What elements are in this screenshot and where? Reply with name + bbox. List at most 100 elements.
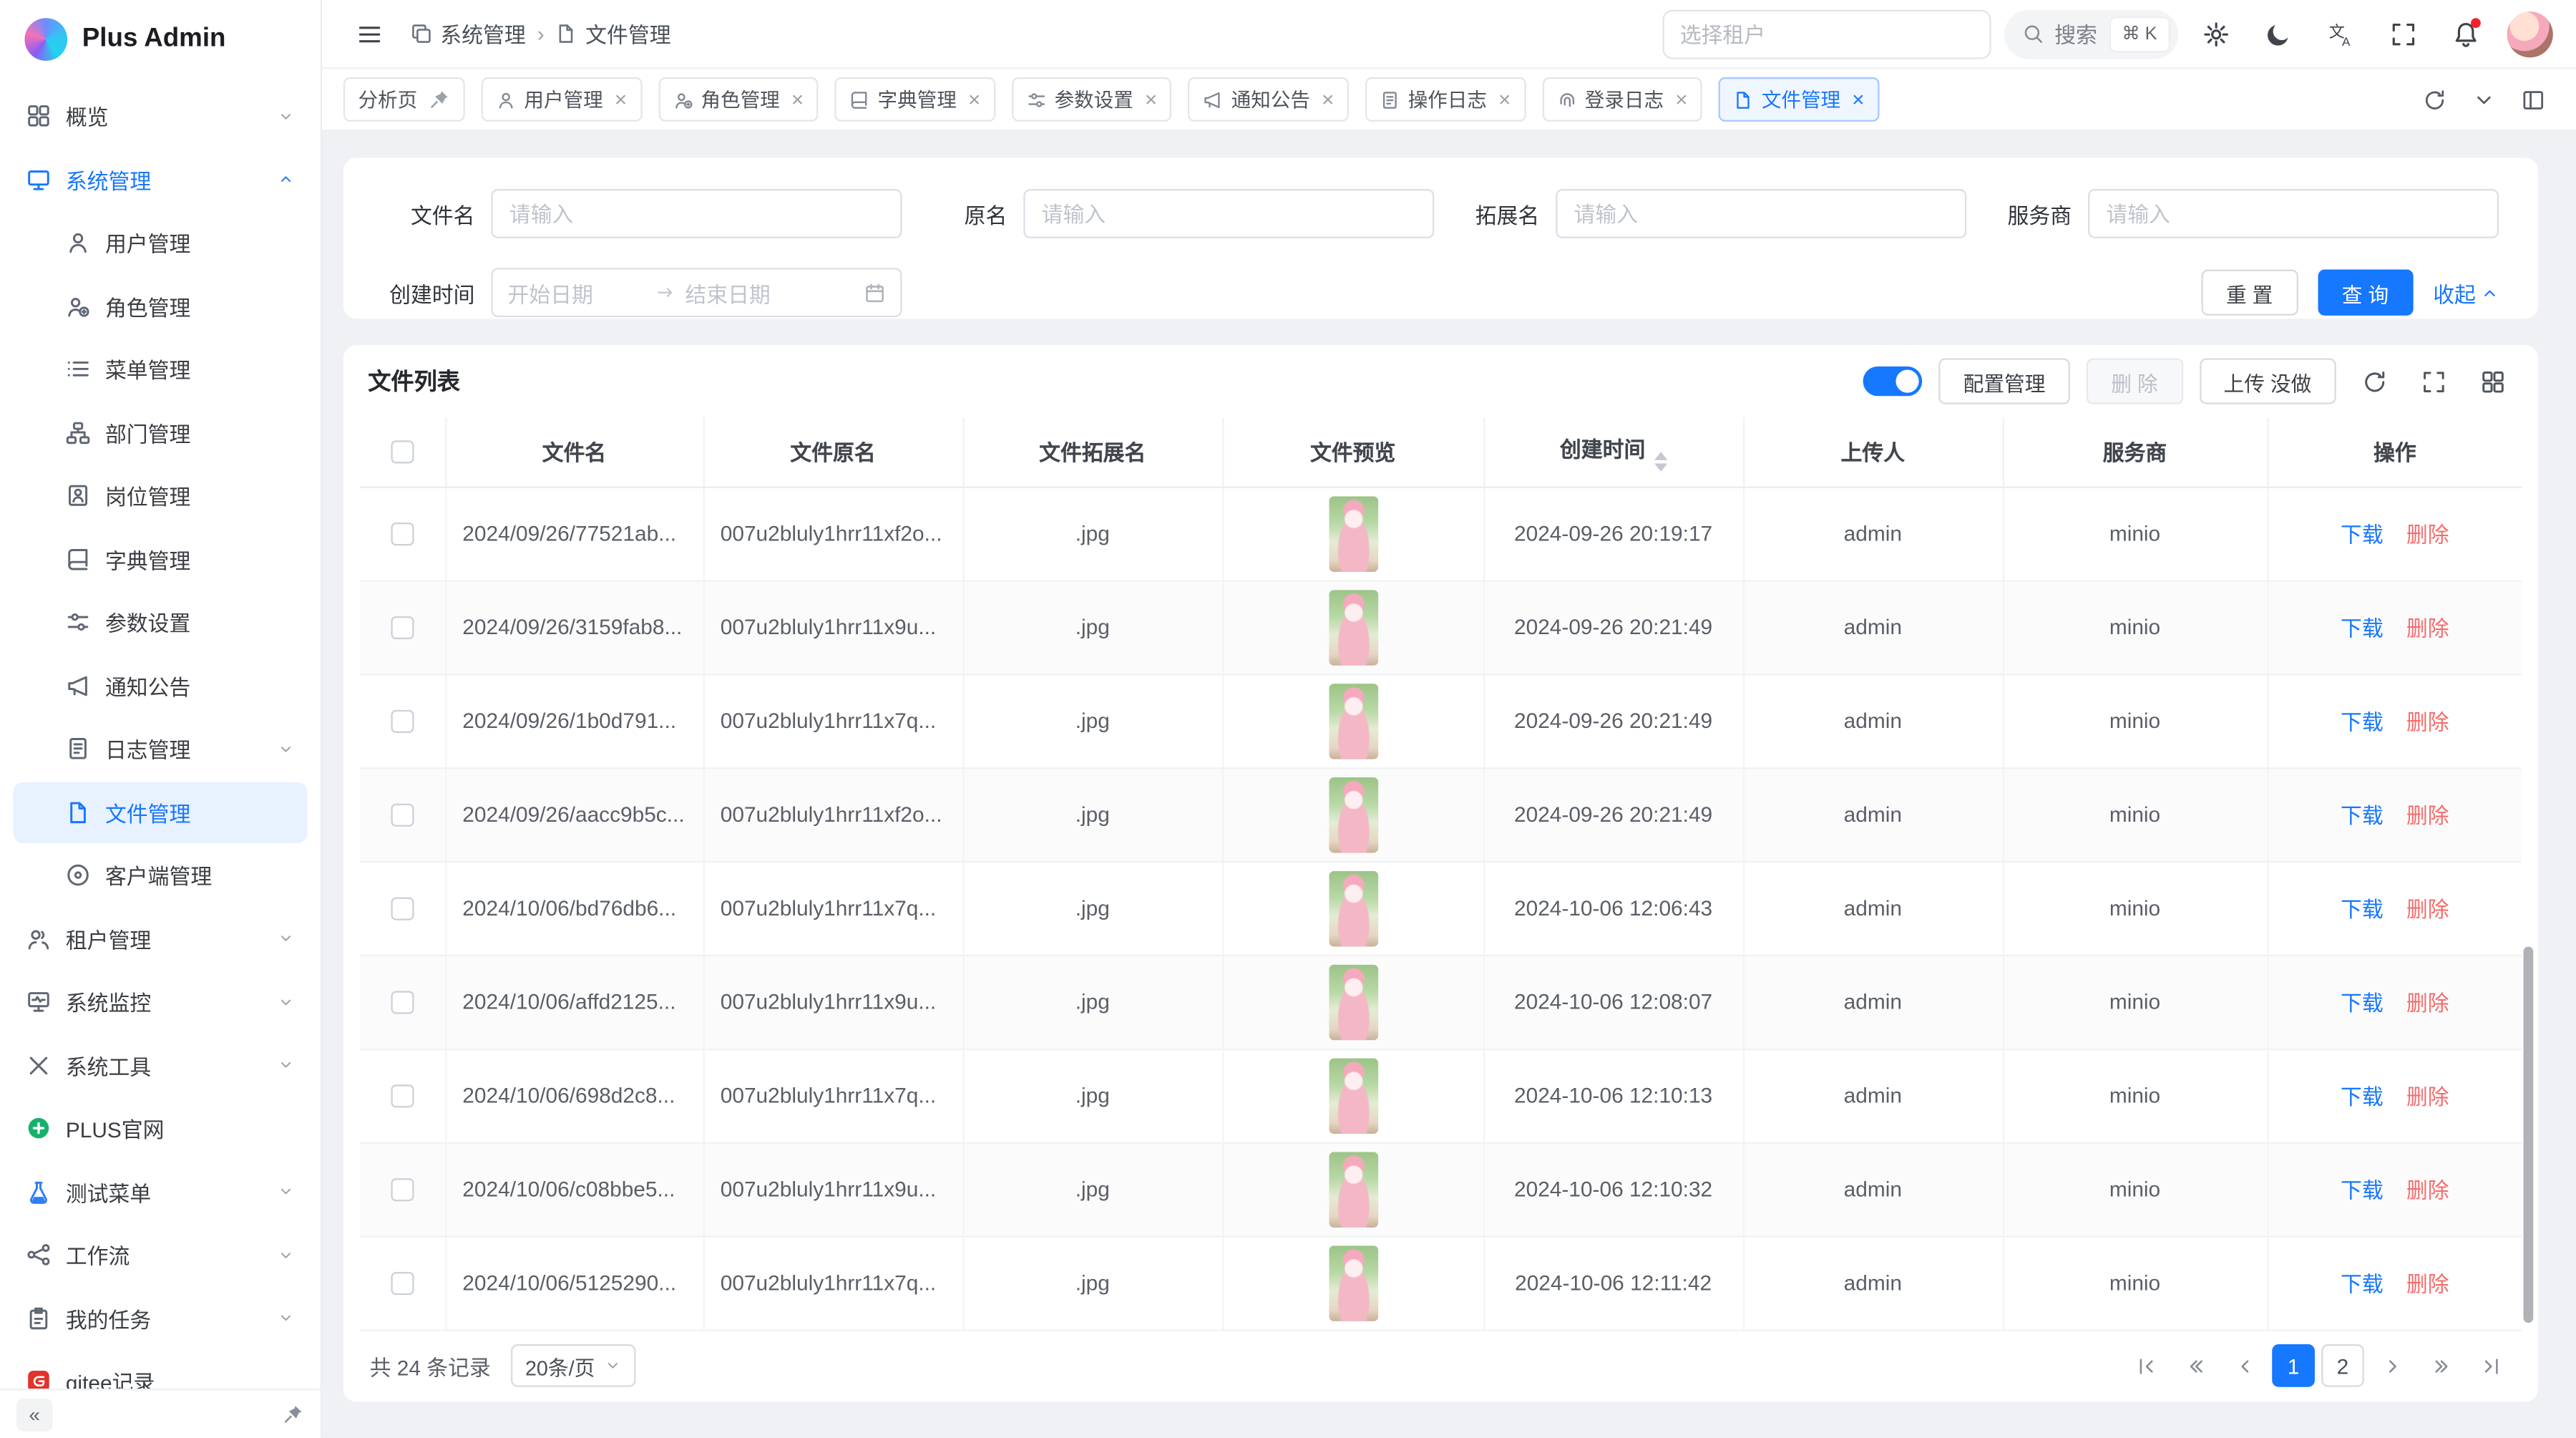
row-checkbox[interactable] xyxy=(391,616,414,638)
tab-item[interactable]: 参数设置× xyxy=(1012,77,1172,122)
tab-menu-button[interactable] xyxy=(2463,78,2506,121)
sidebar-item[interactable]: 租户管理 xyxy=(13,908,307,968)
collapse-filters-link[interactable]: 收起 xyxy=(2433,277,2499,309)
delete-link[interactable]: 删除 xyxy=(2406,893,2449,924)
delete-link[interactable]: 删除 xyxy=(2406,799,2449,830)
query-button[interactable]: 查 询 xyxy=(2317,270,2413,316)
file-preview-image[interactable] xyxy=(1328,777,1377,852)
sidebar-item[interactable]: 菜单管理 xyxy=(13,339,307,399)
tab-item[interactable]: 分析页 xyxy=(343,77,465,122)
row-checkbox[interactable] xyxy=(391,990,414,1013)
tab-item[interactable]: 文件管理× xyxy=(1719,77,1879,122)
download-link[interactable]: 下载 xyxy=(2341,1173,2384,1205)
delete-link[interactable]: 删除 xyxy=(2406,1267,2449,1298)
refresh-page-button[interactable] xyxy=(2414,78,2457,121)
file-preview-image[interactable] xyxy=(1328,1245,1377,1321)
delete-link[interactable]: 删除 xyxy=(2406,986,2449,1018)
row-checkbox[interactable] xyxy=(391,522,414,545)
tab-item[interactable]: 用户管理× xyxy=(482,77,642,122)
row-checkbox[interactable] xyxy=(391,709,414,732)
table-scrollbar-thumb[interactable] xyxy=(2524,946,2534,1323)
delete-button[interactable]: 删 除 xyxy=(2087,359,2182,404)
sidebar-item[interactable]: 文件管理 xyxy=(13,782,307,842)
filter-field-input[interactable] xyxy=(1023,189,1434,238)
sidebar-item[interactable]: 日志管理 xyxy=(13,718,307,779)
row-checkbox[interactable] xyxy=(391,1271,414,1294)
sidebar-item[interactable]: 系统工具 xyxy=(13,1034,307,1095)
download-link[interactable]: 下载 xyxy=(2341,611,2384,643)
page-next-button[interactable] xyxy=(2371,1344,2414,1387)
sidebar-item[interactable]: 岗位管理 xyxy=(13,465,307,526)
sidebar-item[interactable]: 参数设置 xyxy=(13,592,307,653)
select-all-checkbox[interactable] xyxy=(391,440,414,463)
download-link[interactable]: 下载 xyxy=(2341,1079,2384,1111)
tab-close-icon[interactable]: × xyxy=(791,89,804,110)
sort-icon[interactable] xyxy=(1654,452,1667,472)
tab-item[interactable]: 通知公告× xyxy=(1189,77,1349,122)
app-logo[interactable]: Plus Admin xyxy=(0,0,321,79)
sidebar-collapse-button[interactable]: « xyxy=(16,1398,53,1431)
download-link[interactable]: 下载 xyxy=(2341,1267,2384,1298)
download-link[interactable]: 下载 xyxy=(2341,518,2384,549)
filter-field-input[interactable] xyxy=(1556,189,1966,238)
pin-icon[interactable] xyxy=(429,89,450,110)
sidebar-pin-icon[interactable] xyxy=(283,1404,304,1425)
tab-close-icon[interactable]: × xyxy=(1322,89,1334,110)
row-checkbox[interactable] xyxy=(391,1084,414,1107)
download-link[interactable]: 下载 xyxy=(2341,893,2384,924)
tab-item[interactable]: 字典管理× xyxy=(835,77,995,122)
tab-close-icon[interactable]: × xyxy=(1852,89,1864,110)
row-checkbox[interactable] xyxy=(391,896,414,919)
tenant-select[interactable]: 选择租户 xyxy=(1662,9,1990,59)
file-preview-image[interactable] xyxy=(1328,1057,1377,1133)
delete-link[interactable]: 删除 xyxy=(2406,1173,2449,1205)
breadcrumb-item[interactable]: 系统管理 xyxy=(411,18,526,49)
tab-close-icon[interactable]: × xyxy=(968,89,980,110)
sidebar-item[interactable]: 系统管理 xyxy=(13,149,307,210)
download-link[interactable]: 下载 xyxy=(2341,799,2384,830)
sidebar-item[interactable]: 工作流 xyxy=(13,1224,307,1285)
page-prev-button[interactable] xyxy=(2223,1344,2265,1387)
sidebar-item[interactable]: 通知公告 xyxy=(13,655,307,716)
table-fullscreen-button[interactable] xyxy=(2411,360,2454,403)
layout-toggle-button[interactable] xyxy=(2512,78,2555,121)
user-avatar[interactable] xyxy=(2507,11,2553,57)
tab-close-icon[interactable]: × xyxy=(1145,89,1157,110)
file-preview-image[interactable] xyxy=(1328,1151,1377,1227)
global-search[interactable]: 搜索 ⌘ K xyxy=(2004,9,2178,59)
sidebar-item[interactable]: 系统监控 xyxy=(13,971,307,1032)
upload-button[interactable]: 上传 没做 xyxy=(2199,359,2336,404)
filter-field-input[interactable] xyxy=(491,189,902,238)
tab-item[interactable]: 操作日志× xyxy=(1365,77,1526,122)
menu-toggle-button[interactable] xyxy=(345,9,394,59)
page-first-button[interactable] xyxy=(2124,1344,2167,1387)
sidebar-item[interactable]: 客户端管理 xyxy=(13,845,307,905)
page-size-select[interactable]: 20条/页 xyxy=(510,1344,635,1387)
tab-close-icon[interactable]: × xyxy=(1498,89,1511,110)
row-checkbox[interactable] xyxy=(391,1177,414,1200)
sidebar-item[interactable]: 部门管理 xyxy=(13,402,307,462)
refresh-table-button[interactable] xyxy=(2353,360,2396,403)
sidebar-item[interactable]: PLUS官网 xyxy=(13,1098,307,1159)
tab-item[interactable]: 角色管理× xyxy=(658,77,819,122)
breadcrumb-item[interactable]: 文件管理 xyxy=(556,18,671,49)
language-button[interactable]: 文A xyxy=(2316,9,2366,59)
delete-link[interactable]: 删除 xyxy=(2406,518,2449,549)
delete-link[interactable]: 删除 xyxy=(2406,611,2449,643)
sidebar-item[interactable]: 字典管理 xyxy=(13,528,307,589)
fullscreen-button[interactable] xyxy=(2379,9,2428,59)
page-number-button[interactable]: 2 xyxy=(2321,1344,2364,1387)
file-preview-image[interactable] xyxy=(1328,589,1377,665)
notifications-button[interactable] xyxy=(2441,9,2491,59)
date-range-picker[interactable]: 开始日期 结束日期 xyxy=(491,268,902,317)
filter-field-input[interactable] xyxy=(2088,189,2499,238)
file-preview-image[interactable] xyxy=(1328,964,1377,1040)
column-settings-button[interactable] xyxy=(2471,360,2514,403)
page-last-button[interactable] xyxy=(2469,1344,2512,1387)
page-number-button[interactable]: 1 xyxy=(2272,1344,2315,1387)
theme-toggle-button[interactable] xyxy=(2254,9,2303,59)
page-next-group-button[interactable] xyxy=(2420,1344,2463,1387)
file-preview-image[interactable] xyxy=(1328,683,1377,759)
config-button[interactable]: 配置管理 xyxy=(1938,359,2070,404)
download-link[interactable]: 下载 xyxy=(2341,986,2384,1018)
